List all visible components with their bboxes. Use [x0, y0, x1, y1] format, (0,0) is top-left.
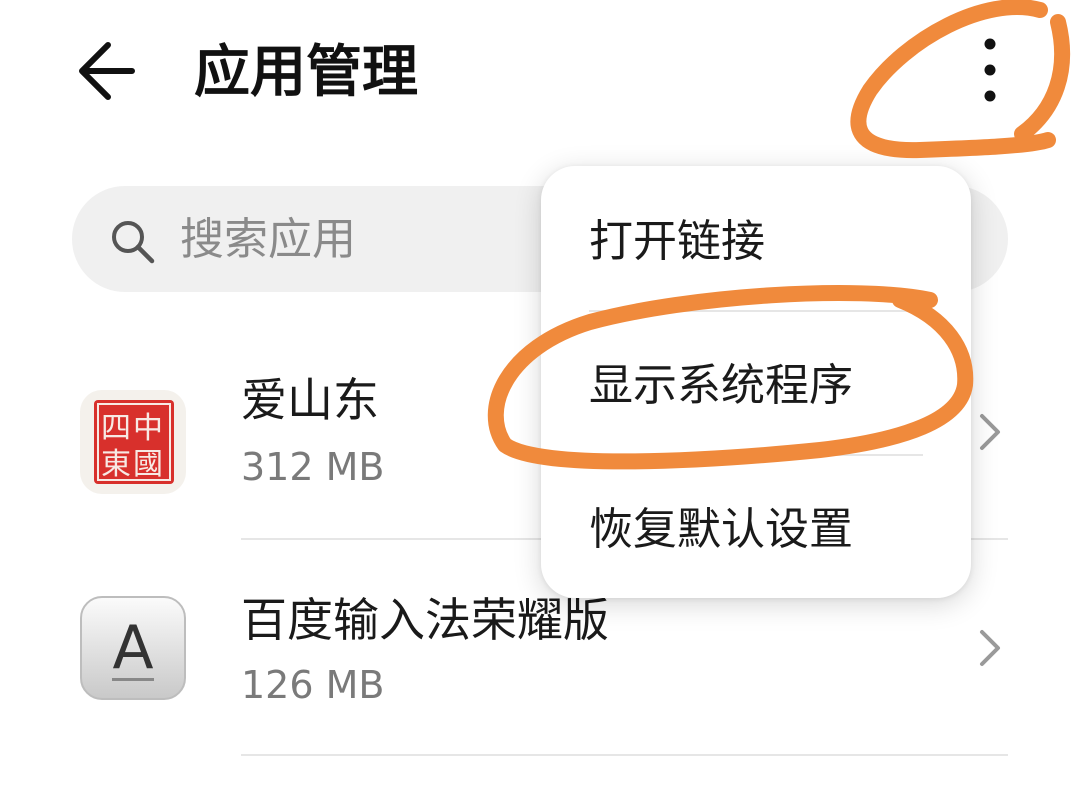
page-title: 应用管理 — [194, 40, 418, 105]
svg-text:東: 東 — [101, 447, 131, 482]
chevron-right-icon — [980, 414, 1000, 450]
menu-item-open-link[interactable]: 打开链接 — [541, 166, 971, 310]
menu-item-label: 恢复默认设置 — [589, 504, 853, 555]
search-input[interactable] — [180, 210, 500, 268]
app-name: 爱山东 — [241, 373, 379, 427]
seal-app-icon: 中 國 四 東 — [80, 390, 186, 494]
menu-item-label: 显示系统程序 — [589, 360, 853, 411]
overflow-menu: 打开链接 显示系统程序 恢复默认设置 — [541, 166, 971, 598]
chevron-right-icon — [980, 630, 1000, 666]
list-divider — [241, 754, 1008, 756]
menu-item-label: 打开链接 — [589, 216, 765, 267]
menu-item-reset-defaults[interactable]: 恢复默认设置 — [541, 454, 971, 598]
arrow-left-icon — [79, 42, 135, 100]
search-icon — [112, 221, 155, 264]
svg-text:A: A — [112, 613, 153, 683]
app-size: 312 MB — [241, 445, 385, 489]
app-name: 百度输入法荣耀版 — [241, 593, 609, 647]
svg-text:國: 國 — [133, 447, 163, 482]
app-management-screen: 应用管理 中 國 四 東 爱山东 312 MB — [0, 0, 1080, 790]
back-button[interactable] — [70, 36, 150, 106]
svg-text:四: 四 — [101, 411, 131, 446]
letter-a-app-icon: A — [80, 596, 186, 700]
svg-text:中: 中 — [133, 411, 163, 446]
more-options-button[interactable] — [960, 30, 1020, 110]
menu-item-show-system-apps[interactable]: 显示系统程序 — [541, 310, 971, 454]
more-vertical-icon — [984, 38, 996, 102]
app-size: 126 MB — [241, 663, 385, 707]
